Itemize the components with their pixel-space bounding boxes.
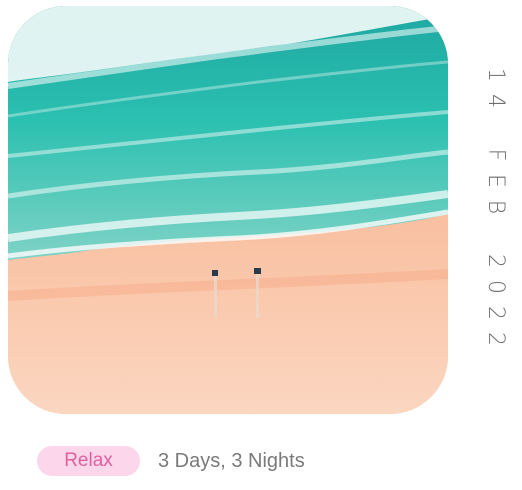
date-char: F [483, 148, 508, 162]
date-char: 0 [483, 280, 508, 294]
date-char: 2 [483, 306, 508, 320]
trip-duration: 3 Days, 3 Nights [158, 450, 305, 472]
relax-tag[interactable]: Relax [37, 446, 140, 476]
date-char: 2 [483, 332, 508, 346]
date-char: 4 [483, 94, 508, 108]
date-char: B [483, 199, 508, 215]
trip-date: 14 FEB 2022 [470, 62, 520, 362]
beach-photo[interactable] [8, 6, 448, 414]
date-char: 2 [483, 254, 508, 268]
date-char: E [483, 174, 508, 188]
date-year: 2022 [483, 248, 508, 352]
beach-aerial-image [8, 6, 448, 414]
date-day: 14 [483, 62, 508, 114]
date-month: FEB [483, 142, 508, 220]
date-char: 1 [483, 68, 508, 82]
